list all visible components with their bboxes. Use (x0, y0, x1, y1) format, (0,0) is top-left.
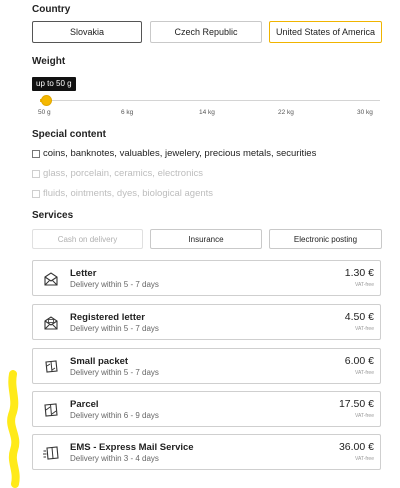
country-heading: Country (32, 4, 71, 15)
highlighter-scribble (7, 370, 20, 488)
checkbox[interactable] (32, 149, 40, 158)
checkbox (32, 189, 40, 198)
result-card-parcel[interactable]: Parcel Delivery within 6 - 9 days 17.50 … (32, 391, 381, 427)
checkbox-label: fluids, ointments, dyes, biological agen… (43, 188, 214, 199)
result-title: Registered letter (70, 312, 145, 323)
result-title: EMS - Express Mail Service (70, 442, 194, 453)
weight-slider-track[interactable] (40, 100, 380, 101)
special-content-valuables[interactable]: coins, banknotes, valuables, jewelery, p… (32, 148, 316, 159)
result-vat: VAT-free (355, 326, 374, 332)
cash-on-delivery-button: Cash on delivery (32, 229, 143, 249)
letter-icon (44, 272, 58, 286)
small-packet-icon (45, 360, 58, 373)
result-price: 36.00 € (338, 441, 374, 453)
weight-slider-handle[interactable] (41, 95, 52, 106)
special-content-heading: Special content (32, 129, 106, 140)
weight-tick-6kg: 6 kg (121, 109, 134, 116)
result-vat: VAT-free (355, 413, 374, 419)
result-delivery: Delivery within 5 - 7 days (70, 324, 159, 333)
weight-heading: Weight (32, 56, 66, 67)
result-vat: VAT-free (355, 282, 374, 288)
special-content-fragile: glass, porcelain, ceramics, electronics (32, 168, 203, 179)
result-vat: VAT-free (355, 456, 374, 462)
checkbox (32, 169, 40, 178)
weight-tooltip: up to 50 g (32, 77, 76, 91)
special-content-fluids: fluids, ointments, dyes, biological agen… (32, 188, 213, 199)
result-price: 17.50 € (338, 398, 374, 410)
electronic-posting-button[interactable]: Electronic posting (269, 229, 382, 249)
parcel-icon (44, 403, 58, 417)
country-option-slovakia[interactable]: Slovakia (32, 21, 142, 43)
result-vat: VAT-free (355, 370, 374, 376)
services-heading: Services (32, 210, 74, 221)
result-title: Parcel (70, 399, 99, 410)
registered-letter-icon (44, 316, 58, 330)
weight-tick-50g: 50 g (38, 109, 51, 116)
result-delivery: Delivery within 5 - 7 days (70, 368, 159, 377)
weight-tick-30kg: 30 kg (357, 109, 373, 116)
country-option-czech-republic[interactable]: Czech Republic (150, 21, 262, 43)
result-price: 6.00 € (344, 355, 374, 367)
result-price: 4.50 € (344, 311, 374, 323)
result-delivery: Delivery within 3 - 4 days (70, 454, 159, 463)
weight-tick-22kg: 22 kg (278, 109, 294, 116)
result-title: Small packet (70, 356, 129, 367)
weight-tick-14kg: 14 kg (199, 109, 215, 116)
result-card-registered-letter[interactable]: Registered letter Delivery within 5 - 7 … (32, 304, 381, 340)
result-price: 1.30 € (344, 267, 374, 279)
result-card-letter[interactable]: Letter Delivery within 5 - 7 days 1.30 €… (32, 260, 381, 296)
checkbox-label: coins, banknotes, valuables, jewelery, p… (43, 148, 317, 159)
result-delivery: Delivery within 6 - 9 days (70, 411, 159, 420)
country-option-usa[interactable]: United States of America (269, 21, 382, 43)
result-delivery: Delivery within 5 - 7 days (70, 280, 159, 289)
insurance-button[interactable]: Insurance (150, 229, 262, 249)
checkbox-label: glass, porcelain, ceramics, electronics (43, 168, 203, 179)
express-parcel-icon (43, 446, 59, 460)
result-title: Letter (70, 268, 97, 279)
result-card-ems[interactable]: EMS - Express Mail Service Delivery with… (32, 434, 381, 470)
result-card-small-packet[interactable]: Small packet Delivery within 5 - 7 days … (32, 348, 381, 384)
